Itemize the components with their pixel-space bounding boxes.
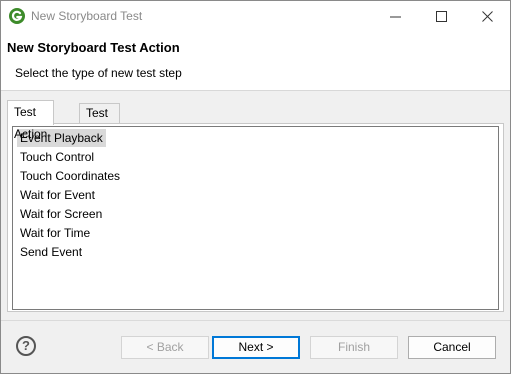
window-title: New Storyboard Test [31,9,143,23]
list-item-wait-for-event[interactable]: Wait for Event [17,186,98,204]
list-item-touch-coordinates[interactable]: Touch Coordinates [17,167,123,185]
maximize-icon [436,11,447,22]
close-button[interactable] [465,1,511,32]
list-item-wait-for-time[interactable]: Wait for Time [17,224,93,242]
maximize-button[interactable] [419,1,465,32]
close-icon [482,11,493,22]
minimize-icon [390,16,401,18]
footer-divider [1,320,510,321]
back-button[interactable]: < Back [121,336,209,359]
tab-test-point[interactable]: Test Point [79,103,121,139]
list-item-wait-for-screen[interactable]: Wait for Screen [17,205,105,223]
finish-button[interactable]: Finish [310,336,398,359]
wizard-header: New Storyboard Test Action Select the ty… [1,32,510,91]
minimize-button[interactable] [373,1,419,32]
next-button[interactable]: Next > [212,336,300,359]
list-item-touch-control[interactable]: Touch Control [17,148,97,166]
title-bar: New Storyboard Test [1,1,510,32]
cancel-button[interactable]: Cancel [408,336,496,359]
page-title: New Storyboard Test Action [7,40,180,55]
tab-panel: Event Playback Touch Control Touch Coord… [7,123,504,312]
tab-test-action[interactable]: Test Action [7,100,55,141]
dialog-window: New Storyboard Test New Storyboard Test … [0,0,511,374]
page-subtitle: Select the type of new test step [15,66,182,80]
app-logo-icon [9,8,25,24]
list-item-send-event[interactable]: Send Event [17,243,85,261]
help-icon[interactable]: ? [16,336,36,356]
action-list[interactable]: Event Playback Touch Control Touch Coord… [12,126,499,310]
